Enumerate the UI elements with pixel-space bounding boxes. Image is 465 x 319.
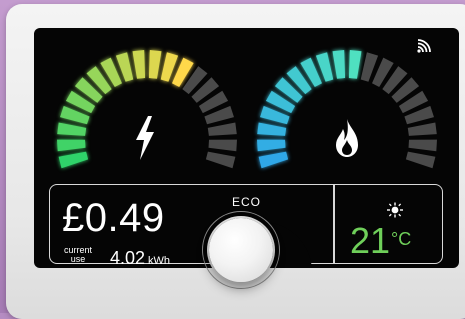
temperature-readout: 21°C bbox=[350, 223, 411, 259]
electricity-gauge-segment bbox=[205, 151, 236, 169]
electricity-gauge-segment bbox=[57, 122, 87, 136]
gas-gauge-segment bbox=[348, 50, 362, 79]
gas-gauge-segment bbox=[257, 122, 287, 136]
temperature-value: 21 bbox=[350, 220, 391, 261]
current-use-label: current use bbox=[64, 245, 93, 264]
gas-gauge-segment bbox=[257, 139, 286, 152]
electricity-gauge-segment bbox=[207, 122, 237, 136]
flame-icon bbox=[336, 119, 358, 157]
electricity-gauge-segment bbox=[208, 139, 237, 152]
electricity-gauge-segment bbox=[148, 50, 162, 79]
lightning-bolt-icon bbox=[136, 116, 154, 160]
electricity-gauge-segment bbox=[58, 151, 89, 169]
gas-gauge-segment bbox=[332, 50, 346, 79]
electricity-gauge-segment bbox=[57, 139, 86, 152]
electricity-gauge-segment bbox=[132, 50, 146, 79]
gas-gauge-segment bbox=[407, 122, 437, 136]
control-knob[interactable] bbox=[209, 218, 273, 282]
current-cost: £0.49 bbox=[62, 196, 165, 240]
eco-mode-label: ECO bbox=[232, 195, 262, 209]
gas-gauge-segment bbox=[405, 151, 436, 169]
usage-unit: kWh bbox=[148, 255, 171, 267]
usage-readout: 4.02 kWh bbox=[110, 249, 170, 268]
smart-meter-device: £0.49 current use 4.02 kWh ECO 21°C bbox=[6, 4, 465, 319]
gas-gauge-segment bbox=[408, 139, 437, 152]
panel-divider bbox=[333, 184, 335, 264]
usage-value: 4.02 bbox=[110, 248, 146, 268]
gas-gauge-segment bbox=[258, 151, 289, 169]
usage-gauges bbox=[57, 50, 437, 169]
temperature-unit: °C bbox=[391, 229, 412, 249]
sun-moon-icon bbox=[387, 202, 410, 218]
